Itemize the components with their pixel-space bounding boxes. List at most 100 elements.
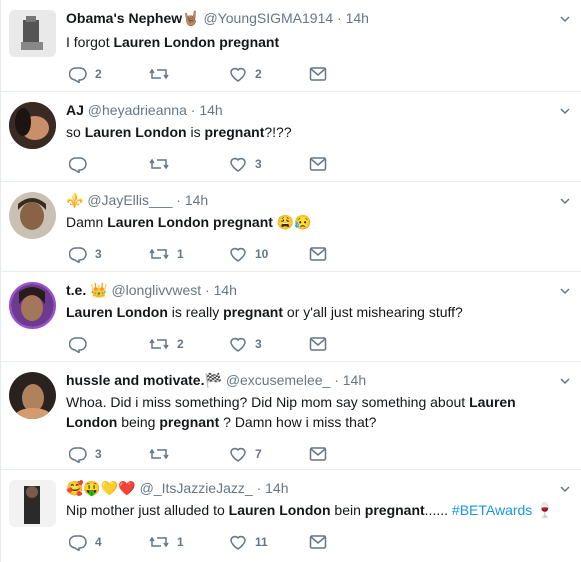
dm-button[interactable] xyxy=(309,334,327,354)
handle[interactable]: @_ItsJazzieJazz_ xyxy=(140,480,253,496)
heart-icon xyxy=(230,337,246,352)
reply-button[interactable] xyxy=(69,334,95,354)
highlighted-term: pregnant xyxy=(213,214,273,230)
separator-dot: · xyxy=(176,192,181,208)
timestamp[interactable]: 14h xyxy=(346,10,369,26)
envelope-icon xyxy=(309,67,327,81)
timestamp[interactable]: 14h xyxy=(199,102,222,118)
tweet[interactable]: 🥰🤑💛❤️ @_ItsJazzieJazz_ · 14h Nip mother … xyxy=(1,470,581,562)
timestamp[interactable]: 14h xyxy=(343,372,366,388)
text-segment: Damn xyxy=(66,214,108,230)
text-segment: ? Damn how i miss that? xyxy=(219,414,377,430)
reply-icon xyxy=(69,337,87,353)
avatar[interactable] xyxy=(9,192,56,239)
dm-button[interactable] xyxy=(309,444,327,464)
highlighted-term: Lauren London xyxy=(107,214,210,230)
like-button[interactable]: 3 xyxy=(229,154,262,174)
envelope-icon xyxy=(309,247,327,261)
heart-icon xyxy=(230,157,246,172)
separator-dot: · xyxy=(334,372,339,388)
tweet-header: AJ @heyadrieanna · 14h xyxy=(66,100,542,120)
retweet-button[interactable]: 2 xyxy=(149,334,184,354)
tweet[interactable]: ⚜️ @JayEllis___ · 14h Damn Lauren London… xyxy=(1,182,581,272)
highlighted-term: pregnant xyxy=(223,304,284,320)
highlighted-term: pregnant xyxy=(219,34,280,50)
text-segment: or y'all just mishearing stuff? xyxy=(283,304,463,320)
display-name[interactable]: hussle and motivate. xyxy=(66,372,204,388)
like-button[interactable]: 2 xyxy=(229,64,262,84)
heart-icon xyxy=(230,67,246,82)
timestamp[interactable]: 14h xyxy=(214,282,237,298)
chevron-down-icon[interactable] xyxy=(560,286,570,296)
timestamp[interactable]: 14h xyxy=(265,480,288,496)
highlighted-term: pregnant xyxy=(159,414,220,430)
tweet[interactable]: AJ @heyadrieanna · 14h so Lauren London … xyxy=(1,92,581,182)
reply-button[interactable]: 3 xyxy=(69,244,102,264)
separator-dot: · xyxy=(256,480,262,496)
display-name[interactable]: AJ xyxy=(66,102,84,118)
handle[interactable]: @heyadrieanna xyxy=(88,102,187,118)
retweet-icon xyxy=(149,158,169,170)
tweet-header: 🥰🤑💛❤️ @_ItsJazzieJazz_ · 14h xyxy=(66,478,542,498)
handle[interactable]: @JayEllis___ xyxy=(87,192,172,208)
handle[interactable]: @longlivvwest xyxy=(111,282,201,298)
reply-icon xyxy=(69,535,87,551)
like-button[interactable]: 7 xyxy=(229,444,262,464)
chevron-down-icon[interactable] xyxy=(560,196,570,206)
heart-icon xyxy=(230,447,246,462)
highlighted-term: Lauren London xyxy=(228,502,331,518)
dm-button[interactable] xyxy=(309,154,327,174)
retweet-button[interactable]: 1 xyxy=(149,532,184,552)
reply-button[interactable] xyxy=(69,154,95,174)
display-name[interactable]: ⚜️ xyxy=(66,192,83,208)
text-segment: Whoa. Did i miss something? Did Nip mom … xyxy=(66,394,470,410)
reply-button[interactable]: 2 xyxy=(69,64,102,84)
dm-button[interactable] xyxy=(309,64,327,84)
tweet[interactable]: t.e. 👑 @longlivvwest · 14h Lauren London… xyxy=(1,272,581,362)
retweet-button[interactable] xyxy=(149,444,177,464)
avatar[interactable] xyxy=(9,480,56,527)
dm-button[interactable] xyxy=(309,244,327,264)
hashtag-link[interactable]: #BETAwards xyxy=(452,502,532,518)
chevron-down-icon[interactable] xyxy=(560,376,570,386)
text-segment: being xyxy=(117,414,160,430)
chevron-down-icon[interactable] xyxy=(560,484,570,494)
retweet-icon xyxy=(149,536,169,548)
text-segment: is xyxy=(186,124,205,140)
envelope-icon xyxy=(309,447,327,461)
reply-icon xyxy=(69,447,87,463)
avatar[interactable] xyxy=(9,10,56,57)
name-emoji: 🏁 xyxy=(204,372,222,388)
like-button[interactable]: 3 xyxy=(229,334,262,354)
retweet-button[interactable]: 1 xyxy=(149,244,184,264)
display-name[interactable]: t.e. xyxy=(66,282,86,298)
tweet[interactable]: Obama's Nephew🤘🏽 @YoungSIGMA1914 · 14h I… xyxy=(1,0,581,92)
text-segment: Nip mother just alluded to xyxy=(66,502,229,518)
retweet-button[interactable] xyxy=(149,64,177,84)
chevron-down-icon[interactable] xyxy=(560,106,570,116)
separator-dot: · xyxy=(205,282,210,298)
reply-button[interactable]: 3 xyxy=(69,444,102,464)
display-name[interactable]: 🥰🤑💛❤️ xyxy=(66,480,136,496)
tweet-text: Nip mother just alluded to Lauren London… xyxy=(66,500,570,520)
highlighted-term: Lauren London xyxy=(66,304,168,320)
avatar[interactable] xyxy=(9,102,56,149)
retweet-button[interactable] xyxy=(149,154,177,174)
like-button[interactable]: 10 xyxy=(229,244,268,264)
text-segment: so xyxy=(66,124,85,140)
chevron-down-icon[interactable] xyxy=(560,14,570,24)
display-name[interactable]: Obama's Nephew xyxy=(66,10,182,26)
retweet-icon xyxy=(149,448,169,460)
highlighted-term: Lauren London xyxy=(113,34,216,50)
handle[interactable]: @YoungSIGMA1914 xyxy=(203,10,333,26)
dm-button[interactable] xyxy=(309,532,327,552)
tweet-text: so Lauren London is pregnant?!?? xyxy=(66,122,570,142)
like-button[interactable]: 11 xyxy=(229,532,268,552)
reply-button[interactable]: 4 xyxy=(69,532,102,552)
avatar[interactable] xyxy=(9,372,56,419)
tweet[interactable]: hussle and motivate.🏁 @excusemelee_ · 14… xyxy=(1,362,581,470)
tweet-header: ⚜️ @JayEllis___ · 14h xyxy=(66,190,542,210)
timestamp[interactable]: 14h xyxy=(185,192,208,208)
avatar[interactable] xyxy=(9,282,56,329)
handle[interactable]: @excusemelee_ xyxy=(226,372,331,388)
